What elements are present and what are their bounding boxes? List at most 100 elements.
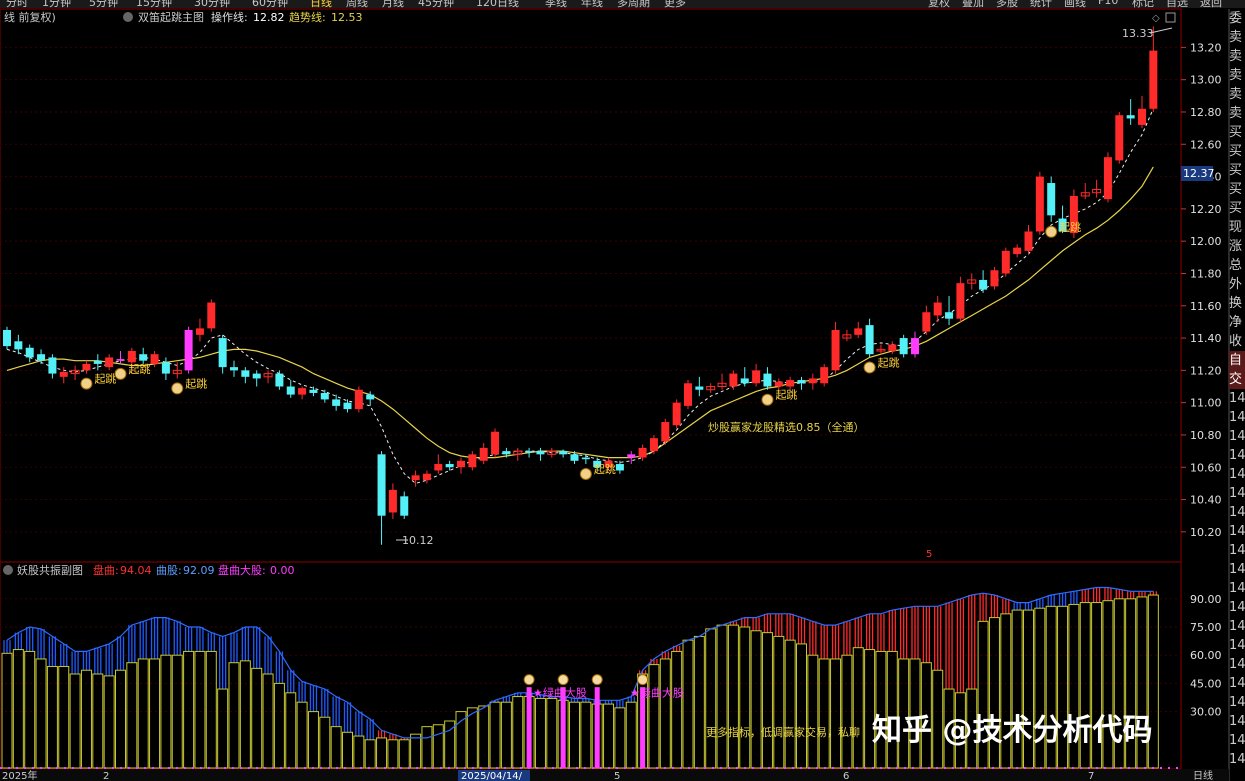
candle-body [865,325,874,355]
money-bag-icon [1045,225,1058,238]
candle-body [729,373,738,387]
candle-body [161,362,170,374]
sidebar-row-29[interactable]: 14 [1229,560,1245,579]
sidebar-row-23[interactable]: 14 [1229,446,1245,465]
sidebar-row-24[interactable]: 14 [1229,465,1245,484]
sidebar-row-15[interactable]: 换 [1229,294,1245,313]
candle-body [332,399,341,406]
candle-body [684,383,692,406]
sidebar-row-18[interactable]: 自 [1229,351,1245,370]
sidebar-row-8[interactable]: 买 [1229,161,1245,180]
candle-body [3,329,11,347]
sidebar-row-3[interactable]: 卖 [1229,66,1245,85]
sidebar-row-26[interactable]: 14 [1229,503,1245,522]
indicator-name[interactable]: 双笛起跳主图 [138,10,204,24]
current-price-value: 12.37 [1183,167,1215,180]
jump-label: 起跳 [594,462,616,476]
candle-body [979,279,988,290]
candle-body [763,373,772,387]
sidebar-row-9[interactable]: 买 [1229,180,1245,199]
sidebar-row-31[interactable]: 14 [1229,598,1245,617]
candle-body [286,386,295,395]
date-label-5: 5 [614,771,620,781]
candle-body [627,454,636,458]
price-label: 12.60 [1190,138,1222,151]
l3-label: 盘曲大股: [218,563,266,577]
price-label: 10.60 [1190,461,1222,474]
sidebar-row-28[interactable]: 14 [1229,541,1245,560]
candle-body [536,451,545,455]
sidebar-row-4[interactable]: 卖 [1229,85,1245,104]
sidebar-row-17[interactable]: 收 [1229,332,1245,351]
sidebar-row-6[interactable]: 买 [1229,123,1245,142]
sidebar-row-12[interactable]: 涨 [1229,237,1245,256]
diamond-icon[interactable]: ◇ [1152,13,1160,24]
sub-axis-label: 60.00 [1190,649,1222,662]
price-label: 12.00 [1190,235,1222,248]
candle-body [479,447,488,461]
candle-body [888,344,897,351]
candle-body [774,381,783,387]
candle-body [93,360,102,364]
sub-indicator-name[interactable]: 妖股共振副图 [17,563,83,577]
candle-body [1001,250,1010,274]
candle-body [661,422,670,442]
sidebar-row-36[interactable]: 14 [1229,693,1245,712]
sidebar-row-34[interactable]: 14 [1229,655,1245,674]
sidebar-row-21[interactable]: 14 [1229,408,1245,427]
sidebar-row-2[interactable]: 卖 [1229,47,1245,66]
sidebar-row-11[interactable]: 现 [1229,218,1245,237]
sidebar-row-39[interactable]: 14 [1229,750,1245,769]
candle-body [808,378,817,384]
money-bag-icon [579,468,592,481]
sidebar-row-37[interactable]: 14 [1229,712,1245,731]
sidebar-row-14[interactable]: 外 [1229,275,1245,294]
sidebar-row-1[interactable]: 卖 [1229,28,1245,47]
candle-body [366,394,375,400]
candle-body [649,438,658,452]
candle-body [1138,108,1146,125]
sidebar-row-0[interactable]: 委 [1229,9,1245,28]
sidebar-row-13[interactable]: 总 [1229,256,1245,275]
candle-body [820,367,829,384]
candle-body [1035,176,1044,232]
candle-body [786,380,795,387]
candle-body [922,312,931,332]
sidebar-row-16[interactable]: 净 [1229,313,1245,332]
sidebar-row-32[interactable]: 14 [1229,617,1245,636]
candle-body [797,380,806,384]
period-label: 日线 [1193,769,1213,781]
sidebar-row-5[interactable]: 卖 [1229,104,1245,123]
sidebar-row-19[interactable]: 交 [1229,370,1245,389]
candle-body [275,373,284,387]
sidebar-row-20[interactable]: 14 [1229,389,1245,408]
sidebar-row-25[interactable]: 14 [1229,484,1245,503]
magenta-signal-bar [526,687,532,768]
candle-body [1126,115,1135,119]
trend-line-label: 趋势线: [289,10,326,24]
sidebar-row-22[interactable]: 14 [1229,427,1245,446]
sub-indicator-menu-icon[interactable] [3,565,13,575]
jump-label: 起跳 [878,355,900,369]
sub-axis-label: 45.00 [1190,677,1222,690]
candle-body [82,363,91,371]
money-bag-icon [761,393,774,406]
sidebar-row-27[interactable]: 14 [1229,522,1245,541]
money-bag-icon [523,674,535,686]
op-line-value: 12.82 [253,11,285,24]
price-label: 12.80 [1190,106,1222,119]
sidebar-row-7[interactable]: 买 [1229,142,1245,161]
candle-body [740,378,749,384]
indicator-menu-icon[interactable] [123,12,133,22]
sidebar-row-30[interactable]: 14 [1229,579,1245,598]
candle-body [933,302,942,316]
info-text: 炒股赢家龙股精选0.85（全通） [708,420,865,434]
l1-value: 94.04 [120,564,152,577]
candle-body [400,496,409,516]
sidebar-row-10[interactable]: 买 [1229,199,1245,218]
sidebar-row-38[interactable]: 14 [1229,731,1245,750]
candle-body [695,386,704,390]
sidebar-row-35[interactable]: 14 [1229,674,1245,693]
candle-body [207,302,216,329]
sidebar-row-33[interactable]: 14 [1229,636,1245,655]
